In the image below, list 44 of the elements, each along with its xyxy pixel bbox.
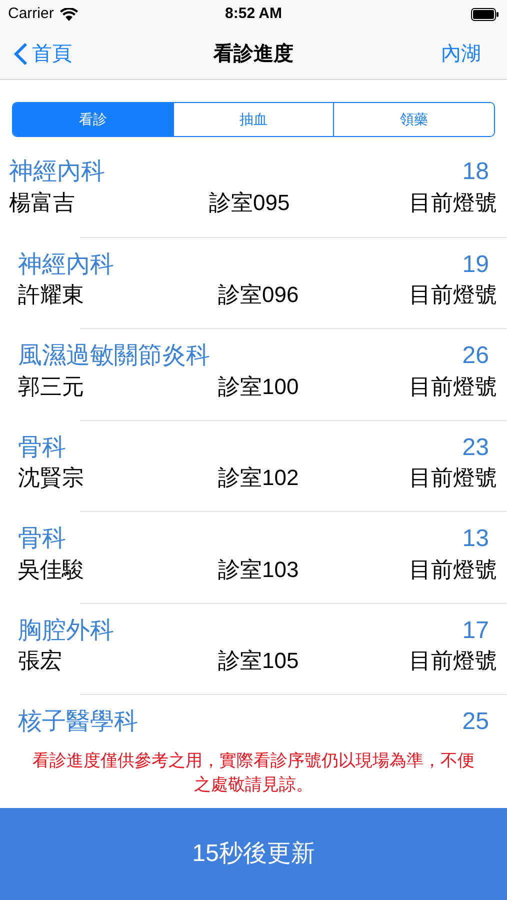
department-name: 骨科 — [18, 432, 66, 462]
department-name: 風濕過敏關節炎科 — [18, 341, 210, 371]
refresh-button[interactable]: 15秒後更新 — [0, 808, 507, 900]
current-number-label: 目前燈號 — [409, 647, 497, 675]
department-name: 核子醫學科 — [18, 707, 138, 737]
doctor-name: 許耀東 — [18, 281, 85, 309]
current-number: 26 — [462, 341, 490, 371]
wifi-icon — [60, 8, 78, 20]
carrier-label: Carrier — [8, 4, 54, 24]
clinic-room: 診室102 — [218, 464, 299, 492]
back-button[interactable]: 首頁 — [14, 38, 72, 68]
clinic-room: 診室096 — [218, 281, 299, 309]
current-number-label: 目前燈號 — [409, 372, 497, 400]
doctor-name: 郭三元 — [18, 372, 85, 400]
location-button[interactable]: 內湖 — [441, 38, 493, 68]
segment-tab[interactable]: 看診 — [13, 103, 173, 136]
clinic-room: 診室095 — [209, 188, 290, 216]
clinic-room: 診室103 — [218, 556, 299, 584]
nav-title: 看診進度 — [214, 42, 294, 66]
doctor-name: 沈賢宗 — [18, 464, 85, 492]
doctor-name: 吳佳駿 — [18, 556, 85, 584]
clinic-room: 診室100 — [218, 372, 299, 400]
status-time: 8:52 AM — [225, 4, 282, 24]
current-number: 25 — [462, 707, 490, 737]
department-name: 神經內科 — [9, 157, 105, 187]
current-number: 23 — [462, 432, 490, 462]
current-number-label: 目前燈號 — [409, 281, 497, 309]
department-name: 胸腔外科 — [18, 616, 114, 646]
doctor-name: 楊富吉 — [9, 188, 76, 216]
back-chevron-icon — [14, 42, 28, 66]
current-number-label: 目前燈號 — [409, 556, 497, 584]
current-number: 19 — [462, 250, 490, 280]
doctor-name: 張宏 — [18, 647, 63, 675]
current-number: 13 — [462, 524, 490, 554]
disclaimer-notice: 看診進度僅供參考之用，實際看診序號仍以現場為準，不便之處敬請見諒。 — [32, 750, 476, 796]
current-number-label: 目前燈號 — [409, 464, 497, 492]
segment-tab[interactable]: 領藥 — [333, 103, 494, 136]
battery-icon — [471, 8, 499, 20]
department-name: 神經內科 — [18, 250, 114, 280]
current-number: 17 — [462, 616, 490, 646]
department-name: 骨科 — [18, 524, 66, 554]
current-number-label: 目前燈號 — [409, 188, 497, 216]
clinic-room: 診室105 — [218, 647, 299, 675]
current-number: 18 — [462, 157, 490, 187]
